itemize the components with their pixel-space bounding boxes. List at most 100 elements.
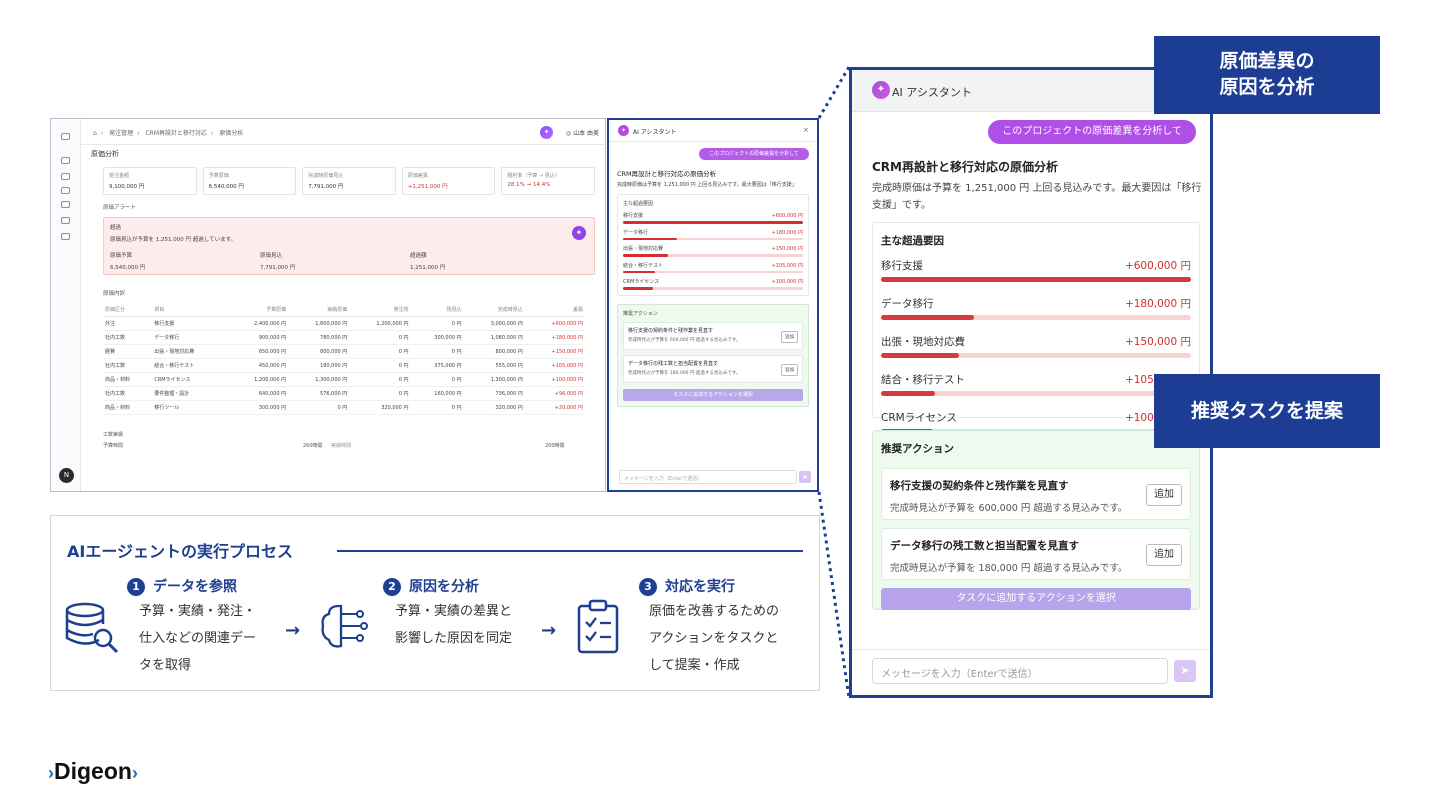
- table-cell: 0 円: [349, 330, 411, 345]
- breadcrumb-item[interactable]: 発注管理: [109, 130, 133, 137]
- table-cell: 0 円: [349, 386, 411, 401]
- arrow-icon: →: [541, 620, 557, 641]
- response-text: 完成時原価は予算を 1,251,000 円 上回る見込みです。最大要因は「移行支…: [617, 182, 797, 188]
- factor-label: 結合・移行テスト: [881, 374, 965, 386]
- table-cell: データ移行: [152, 330, 227, 345]
- box-heading: 推奨アクション: [881, 443, 954, 455]
- select-action-button[interactable]: タスクに追加するアクションを選択: [623, 388, 803, 401]
- action-card: データ移行の残工数と担当配置を見直す 完成時見込が予算を 180,000 円 超…: [881, 528, 1191, 580]
- ai-sparkle-icon[interactable]: ✦: [540, 126, 553, 139]
- factor-box: 主な超過要因 移行支援 +600,000 円データ移行 +180,000 円出張・現…: [617, 194, 809, 296]
- step-heading: 1 データを参照: [127, 576, 237, 596]
- factor-bar: [623, 237, 803, 240]
- column-header[interactable]: 実績原価: [288, 303, 350, 317]
- table-cell: 移行ツール: [152, 400, 227, 415]
- app-screenshot: N ⌂ › 発注管理 › CRM再設計と移行対応 › 原価分析 ✦ ◎ 山本 由美 原…: [50, 118, 606, 492]
- breadcrumb: ⌂ › 発注管理 › CRM再設計と移行対応 › 原価分析: [93, 130, 244, 137]
- close-icon[interactable]: ×: [803, 126, 809, 134]
- mini-ai-panel: ✦ AI アシスタント × このプロジェクトの原価差異を分析して CRM再設計と…: [607, 118, 819, 492]
- panel-title: AI アシスタント: [633, 129, 677, 136]
- table-cell: +150,000 円: [524, 344, 585, 359]
- box-heading: 推奨アクション: [623, 310, 658, 317]
- alert-value: 6,540,000 円: [110, 265, 146, 271]
- factor-bar: [881, 353, 1191, 358]
- folder-icon[interactable]: [61, 173, 70, 180]
- table-cell: 900,000 円: [226, 330, 289, 345]
- factor-bar: [623, 287, 803, 290]
- avatar[interactable]: N: [59, 468, 74, 483]
- kpi-card: 原価差異 +1,251,000 円: [401, 167, 496, 195]
- truck-icon[interactable]: [61, 187, 70, 194]
- add-button[interactable]: 追加: [1146, 544, 1182, 566]
- response-title: CRM再設計と移行対応の原価分析: [617, 170, 717, 178]
- factor-item: データ移行 +180,000 円: [623, 229, 803, 240]
- callout-analyze: 原価差異の 原因を分析: [1154, 36, 1380, 114]
- table-cell: 0 円: [288, 400, 350, 415]
- panel-toggle-icon[interactable]: [61, 133, 70, 140]
- recommend-box: 推奨アクション 移行支援の契約条件と残作業を見直す 完成時見込が予算を 600,…: [617, 303, 809, 407]
- box-heading: 主な超過要因: [623, 201, 654, 207]
- brain-circuit-icon: [321, 604, 368, 648]
- table-cell: 結合・移行テスト: [152, 358, 227, 373]
- action-title: データ移行の残工数と担当配置を見直す: [628, 360, 719, 367]
- column-header[interactable]: 原価区分: [103, 303, 153, 317]
- arrow-icon: →: [285, 620, 301, 641]
- section-label: 原価アラート: [103, 205, 137, 211]
- table-cell: 180,000 円: [288, 358, 350, 373]
- column-header[interactable]: 完成時見込: [463, 303, 525, 317]
- send-icon[interactable]: ➤: [799, 471, 811, 483]
- column-header[interactable]: 差異: [524, 303, 585, 317]
- factor-value: +600,000 円: [1124, 260, 1191, 272]
- factor-item: 移行支援 +600,000 円: [623, 212, 803, 224]
- checklist-icon: [577, 599, 619, 654]
- column-header[interactable]: 発注残: [349, 303, 411, 317]
- column-header[interactable]: 残見込: [410, 303, 464, 317]
- table-cell: 576,000 円: [288, 386, 350, 401]
- table-cell: 736,000 円: [463, 386, 525, 401]
- user-menu[interactable]: ◎ 山本 由美: [566, 128, 599, 137]
- table-row[interactable]: 経費 出張・現地対応費 650,000 円 800,000 円0 円0 円 800,00…: [103, 344, 585, 359]
- factor-bar: [623, 270, 803, 273]
- recommend-box: 推奨アクション 移行支援の契約条件と残作業を見直す 完成時見込が予算を 600,…: [872, 430, 1200, 610]
- action-sub: 完成時見込が予算を 180,000 円 超過する見込みです。: [628, 370, 741, 376]
- breadcrumb-item[interactable]: CRM再設計と移行対応: [145, 130, 207, 137]
- add-button[interactable]: 追加: [1146, 484, 1182, 506]
- add-button[interactable]: 追加: [781, 363, 798, 376]
- alert-head: 超過: [110, 225, 122, 231]
- home-icon[interactable]: [61, 157, 70, 164]
- home-icon[interactable]: ⌂: [93, 130, 97, 137]
- settings-icon[interactable]: [61, 233, 70, 240]
- table-cell: +96,000 円: [524, 386, 585, 401]
- page-title: 原価分析: [91, 150, 119, 158]
- table-row[interactable]: 社内工数 要件整理・設計 640,000 円 576,000 円0 円 160,000 …: [103, 386, 585, 401]
- ai-sparkle-icon: ✦: [872, 81, 890, 99]
- breadcrumb-item: 原価分析: [219, 130, 244, 137]
- message-input[interactable]: メッセージを入力（Enterで送信）: [619, 470, 797, 484]
- panel-title: AI アシスタント: [892, 86, 972, 99]
- table-row[interactable]: 社内工数 データ移行 900,000 円 780,000 円0 円 300,000 円1…: [103, 330, 585, 345]
- table-cell: +180,000 円: [524, 330, 585, 345]
- add-button[interactable]: 追加: [781, 330, 798, 343]
- table-cell: +100,000 円: [524, 372, 585, 387]
- table-cell: 800,000 円: [463, 344, 525, 359]
- response-text: 完成時原価は予算を 1,251,000 円 上回る見込みです。最大要因は「移行支…: [872, 183, 1202, 211]
- message-input[interactable]: メッセージを入力（Enterで送信）: [872, 658, 1168, 684]
- table-cell: 0 円: [349, 358, 411, 373]
- database-icon[interactable]: [61, 217, 70, 224]
- ai-sparkle-icon[interactable]: ✦: [572, 226, 586, 240]
- table-cell: +600,000 円: [524, 316, 585, 331]
- chart-icon[interactable]: [61, 201, 70, 208]
- send-icon[interactable]: ➤: [1174, 660, 1196, 682]
- column-header[interactable]: 項目: [152, 303, 227, 317]
- table-row[interactable]: 商品・材料 移行ツール 300,000 円0 円 320,000 円0 円 320,00…: [103, 400, 585, 415]
- table-cell: 375,000 円: [410, 358, 464, 373]
- main-content: 原価分析 受注金額 9,100,000 円 予算原価 6,540,000 円 完成時…: [91, 149, 595, 491]
- table-row[interactable]: 商品・材料 CRMライセンス 1,200,000 円 1,300,000 円0 円0 …: [103, 372, 585, 387]
- factor-item: CRMライセンス+100,000 円: [623, 278, 803, 290]
- column-header[interactable]: 予算原価: [226, 303, 289, 317]
- select-action-button[interactable]: タスクに追加するアクションを選択: [881, 588, 1191, 610]
- table-row[interactable]: 外注 移行支援 2,400,000 円 1,800,000 円 1,200,000 円0…: [103, 316, 585, 331]
- factor-label: CRMライセンス: [881, 412, 957, 424]
- work-label: 予算時間: [103, 443, 124, 449]
- table-row[interactable]: 社内工数 結合・移行テスト 450,000 円 180,000 円0 円 375,000…: [103, 358, 585, 373]
